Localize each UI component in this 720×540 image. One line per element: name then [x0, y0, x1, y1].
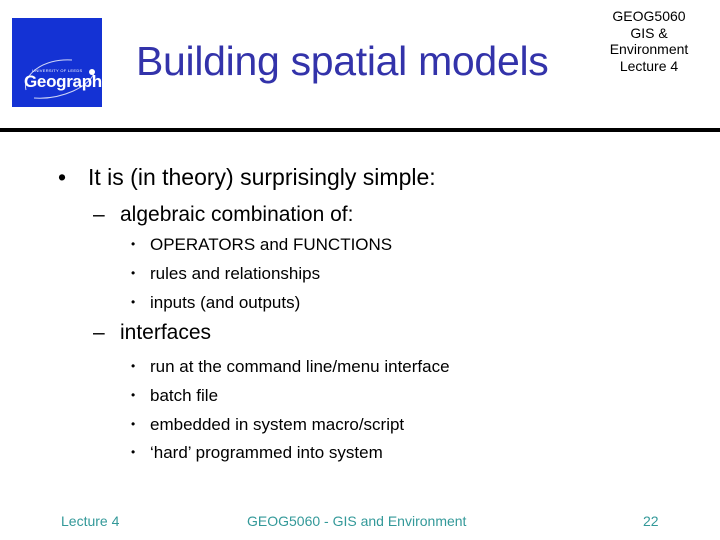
page-number: 22	[643, 513, 659, 529]
bullet-icon: •	[131, 237, 136, 251]
footer-lecture: Lecture 4	[61, 513, 120, 529]
course-code: GEOG5060	[612, 8, 686, 24]
list-item-text: inputs (and outputs)	[150, 293, 301, 312]
course-info: GEOG5060 GIS & Environment Lecture 4	[590, 8, 708, 74]
logo-swoosh-icon	[25, 59, 95, 99]
slide-title: Building spatial models	[136, 38, 549, 84]
list-item-text: rules and relationships	[150, 264, 321, 283]
bullet-icon: •	[131, 359, 136, 373]
bullet-icon: •	[131, 445, 136, 459]
list-item-text: OPERATORS and FUNCTIONS	[150, 235, 393, 254]
list-item-text: ‘hard’ programmed into system	[150, 443, 383, 462]
list-item-text: batch file	[150, 386, 219, 405]
course-name-line1: GIS &	[630, 24, 668, 41]
university-geography-logo: UNIVERSITY OF LEEDS Geography	[12, 18, 111, 107]
dash-icon: –	[93, 203, 105, 226]
logo-geography-text: Geography	[24, 72, 112, 91]
dash-icon: –	[93, 321, 105, 344]
list-item-text: embedded in system macro/script	[150, 415, 405, 434]
bullet-icon: •	[131, 295, 136, 309]
sub-point-text: interfaces	[120, 321, 212, 344]
header-divider	[0, 128, 720, 132]
bullet-icon: •	[58, 164, 67, 190]
lecture-number: Lecture 4	[619, 57, 679, 74]
sub-point-text: algebraic combination of:	[120, 203, 354, 226]
list-item-text: run at the command line/menu interface	[150, 357, 450, 376]
footer-course: GEOG5060 - GIS and Environment	[247, 513, 467, 529]
main-bullet-text: It is (in theory) surprisingly simple:	[88, 164, 436, 190]
bullet-icon: •	[131, 266, 136, 280]
bullet-icon: •	[131, 388, 136, 402]
bullet-icon: •	[131, 417, 136, 431]
course-name-line2: Environment	[609, 41, 689, 57]
